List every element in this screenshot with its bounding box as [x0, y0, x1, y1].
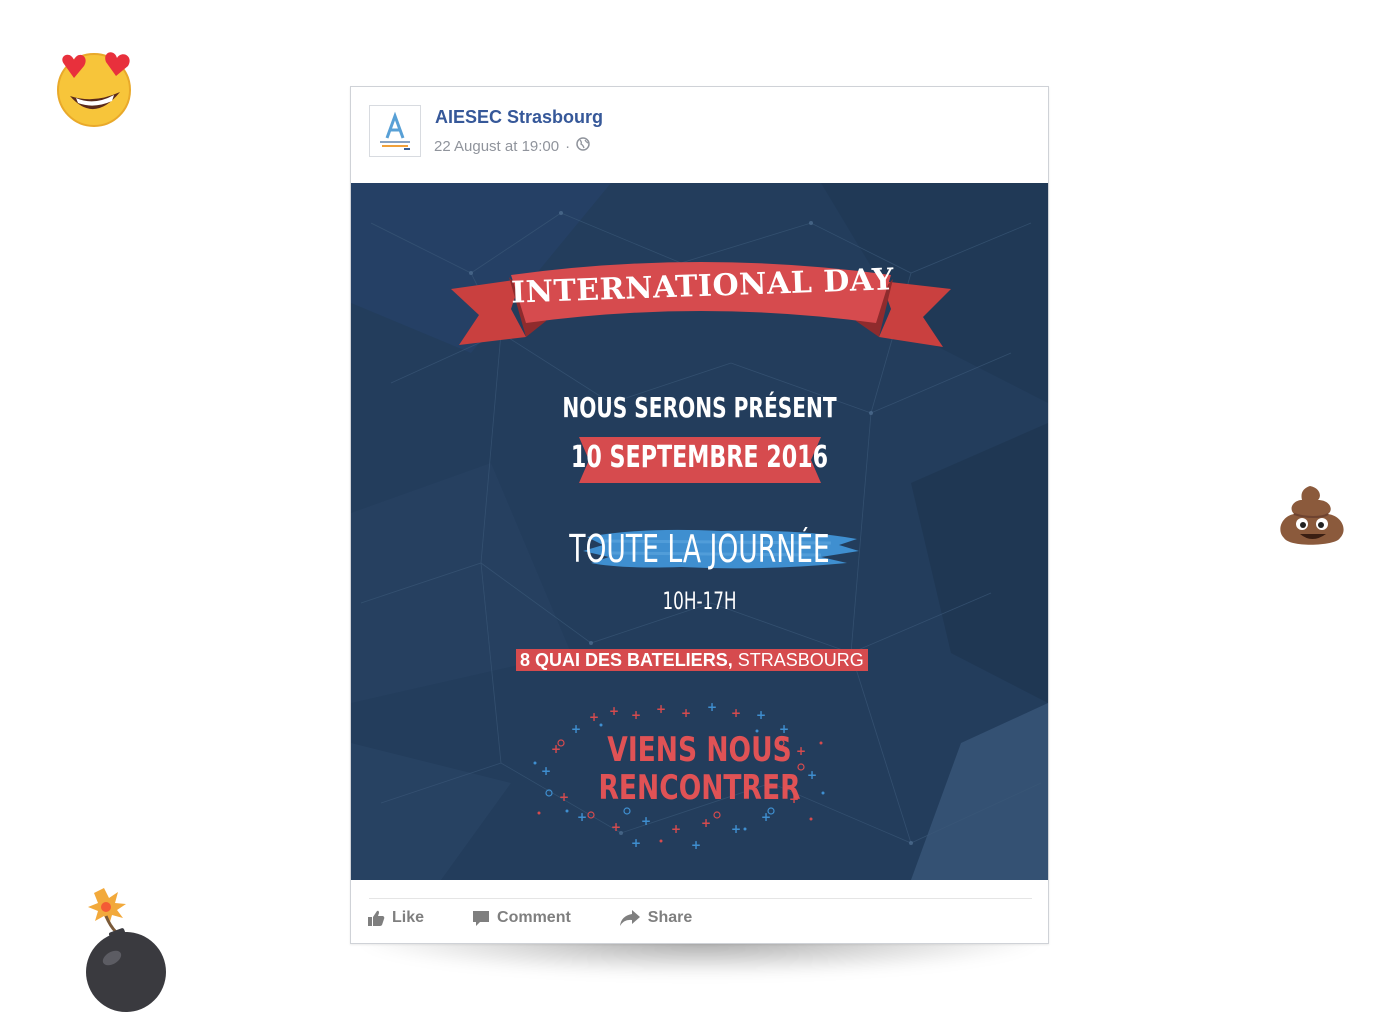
post-timestamp[interactable]: 22 August at 19:00: [434, 138, 559, 155]
event-date: 10 SEPTEMBRE 2016: [570, 440, 829, 475]
heart-eyes-emoji: [54, 46, 138, 133]
svg-text:+: +: [656, 703, 666, 716]
svg-text:+: +: [577, 810, 587, 824]
address-street: 8 QUAI DES BATELIERS,: [520, 650, 733, 670]
cta-line-1: VIENS NOUS: [607, 730, 792, 770]
svg-text:+: +: [609, 704, 619, 718]
svg-text:+: +: [756, 708, 766, 722]
svg-text:+: +: [681, 706, 691, 720]
like-button[interactable]: Like: [367, 909, 424, 927]
comment-button[interactable]: Comment: [472, 909, 571, 927]
comment-label: Comment: [497, 909, 571, 926]
svg-text:+: +: [731, 706, 741, 720]
svg-text:+: +: [589, 710, 599, 724]
svg-text:+: +: [611, 820, 621, 834]
svg-text:+: +: [761, 810, 771, 824]
address-city: STRASBOURG: [737, 650, 864, 670]
page-name[interactable]: AIESEC Strasbourg: [435, 107, 603, 128]
poop-emoji: [1276, 482, 1350, 557]
share-label: Share: [647, 909, 693, 926]
svg-text:+: +: [631, 836, 641, 850]
share-button[interactable]: Share: [619, 909, 692, 927]
facebook-post-card: AIESEC Strasbourg 22 August at 19:00 · I…: [350, 86, 1049, 944]
meta-separator: ·: [565, 137, 571, 155]
post-actions: Like Comment Share: [367, 909, 692, 927]
tagline: NOUS SERONS PRÉSENT: [562, 391, 837, 424]
svg-text:+: +: [671, 822, 681, 836]
bomb-emoji: [82, 886, 172, 1021]
actions-divider: [369, 898, 1032, 899]
like-label: Like: [392, 909, 425, 926]
svg-text:+: +: [707, 703, 717, 714]
share-arrow-icon: [619, 910, 640, 926]
comment-icon: [473, 911, 490, 926]
daylong-label: TOUTE LA JOURNÉE: [569, 527, 830, 571]
svg-text:+: +: [641, 814, 651, 828]
post-meta: 22 August at 19:00 ·: [434, 137, 590, 155]
event-address: 8 QUAI DES BATELIERS, STRASBOURG: [516, 649, 868, 671]
svg-text:+: +: [631, 708, 641, 722]
svg-text:+: +: [731, 822, 741, 836]
globe-icon[interactable]: [576, 137, 590, 155]
svg-text:+: +: [691, 838, 701, 852]
event-hours: 10H-17H: [662, 587, 737, 615]
page-avatar[interactable]: [369, 105, 421, 157]
post-header: AIESEC Strasbourg 22 August at 19:00 ·: [351, 87, 1048, 183]
aiesec-logo-icon: [374, 110, 416, 152]
post-image-flyer[interactable]: INTERNATIONAL DAY NOUS SERONS PRÉSENT 10…: [351, 183, 1048, 880]
thumbs-up-icon: [368, 910, 385, 926]
call-to-action: VIENS NOUS RENCONTRER: [428, 731, 972, 807]
svg-text:+: +: [701, 816, 711, 830]
cta-line-2: RENCONTRER: [598, 768, 801, 808]
